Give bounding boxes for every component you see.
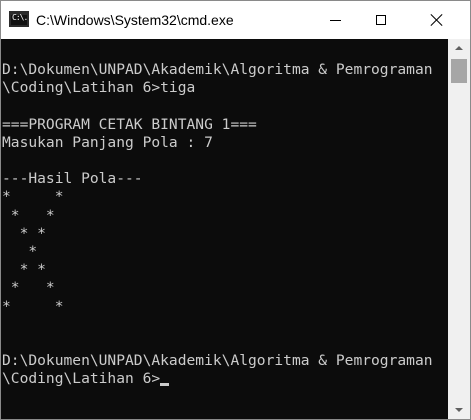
console-line: * * (2, 188, 64, 206)
cmd-app-icon[interactable]: C:\. (9, 11, 29, 27)
maximize-button[interactable] (358, 1, 404, 39)
scroll-up-button[interactable] (448, 39, 470, 57)
text-cursor (160, 383, 170, 387)
maximize-icon (376, 15, 386, 25)
console-line: ===PROGRAM CETAK BINTANG 1=== (2, 115, 257, 133)
console-line: * * (2, 279, 55, 297)
cmd-window: C:\. C:\Windows\System32\cmd.exe D:\Doku… (0, 0, 471, 420)
scroll-thumb[interactable] (451, 59, 467, 83)
arrow-down-icon (455, 408, 463, 412)
console-prompt-line: \Coding\Latihan 6> (2, 370, 448, 388)
console-line: * * (2, 224, 46, 242)
minimize-icon (329, 19, 341, 21)
console-prompt: \Coding\Latihan 6> (2, 370, 161, 388)
console-line: Masukan Panjang Pola : 7 (2, 133, 213, 151)
cmd-app-icon-label: C:\. (12, 13, 28, 22)
console-output[interactable]: D:\Dokumen\UNPAD\Akademik\Algoritma & Pe… (1, 39, 448, 419)
title-bar[interactable]: C:\. C:\Windows\System32\cmd.exe (1, 1, 470, 39)
console-line: * * (2, 297, 64, 315)
console-line: * * (2, 261, 46, 279)
console-line: * * (2, 206, 55, 224)
console-line: \Coding\Latihan 6>tiga (2, 79, 196, 97)
window-title: C:\Windows\System32\cmd.exe (36, 12, 234, 28)
minimize-button[interactable] (312, 1, 358, 39)
arrow-up-icon (455, 46, 463, 50)
vertical-scrollbar[interactable] (448, 39, 470, 419)
close-button[interactable] (404, 1, 470, 39)
console-text: D:\Dokumen\UNPAD\Akademik\Algoritma & Pe… (1, 39, 448, 389)
console-line: ---Hasil Pola--- (2, 170, 143, 188)
console-line: * (2, 243, 38, 261)
console-line: D:\Dokumen\UNPAD\Akademik\Algoritma & Pe… (2, 61, 433, 78)
console-line: D:\Dokumen\UNPAD\Akademik\Algoritma & Pe… (2, 352, 433, 370)
scroll-down-button[interactable] (448, 401, 470, 419)
close-icon (431, 14, 443, 26)
